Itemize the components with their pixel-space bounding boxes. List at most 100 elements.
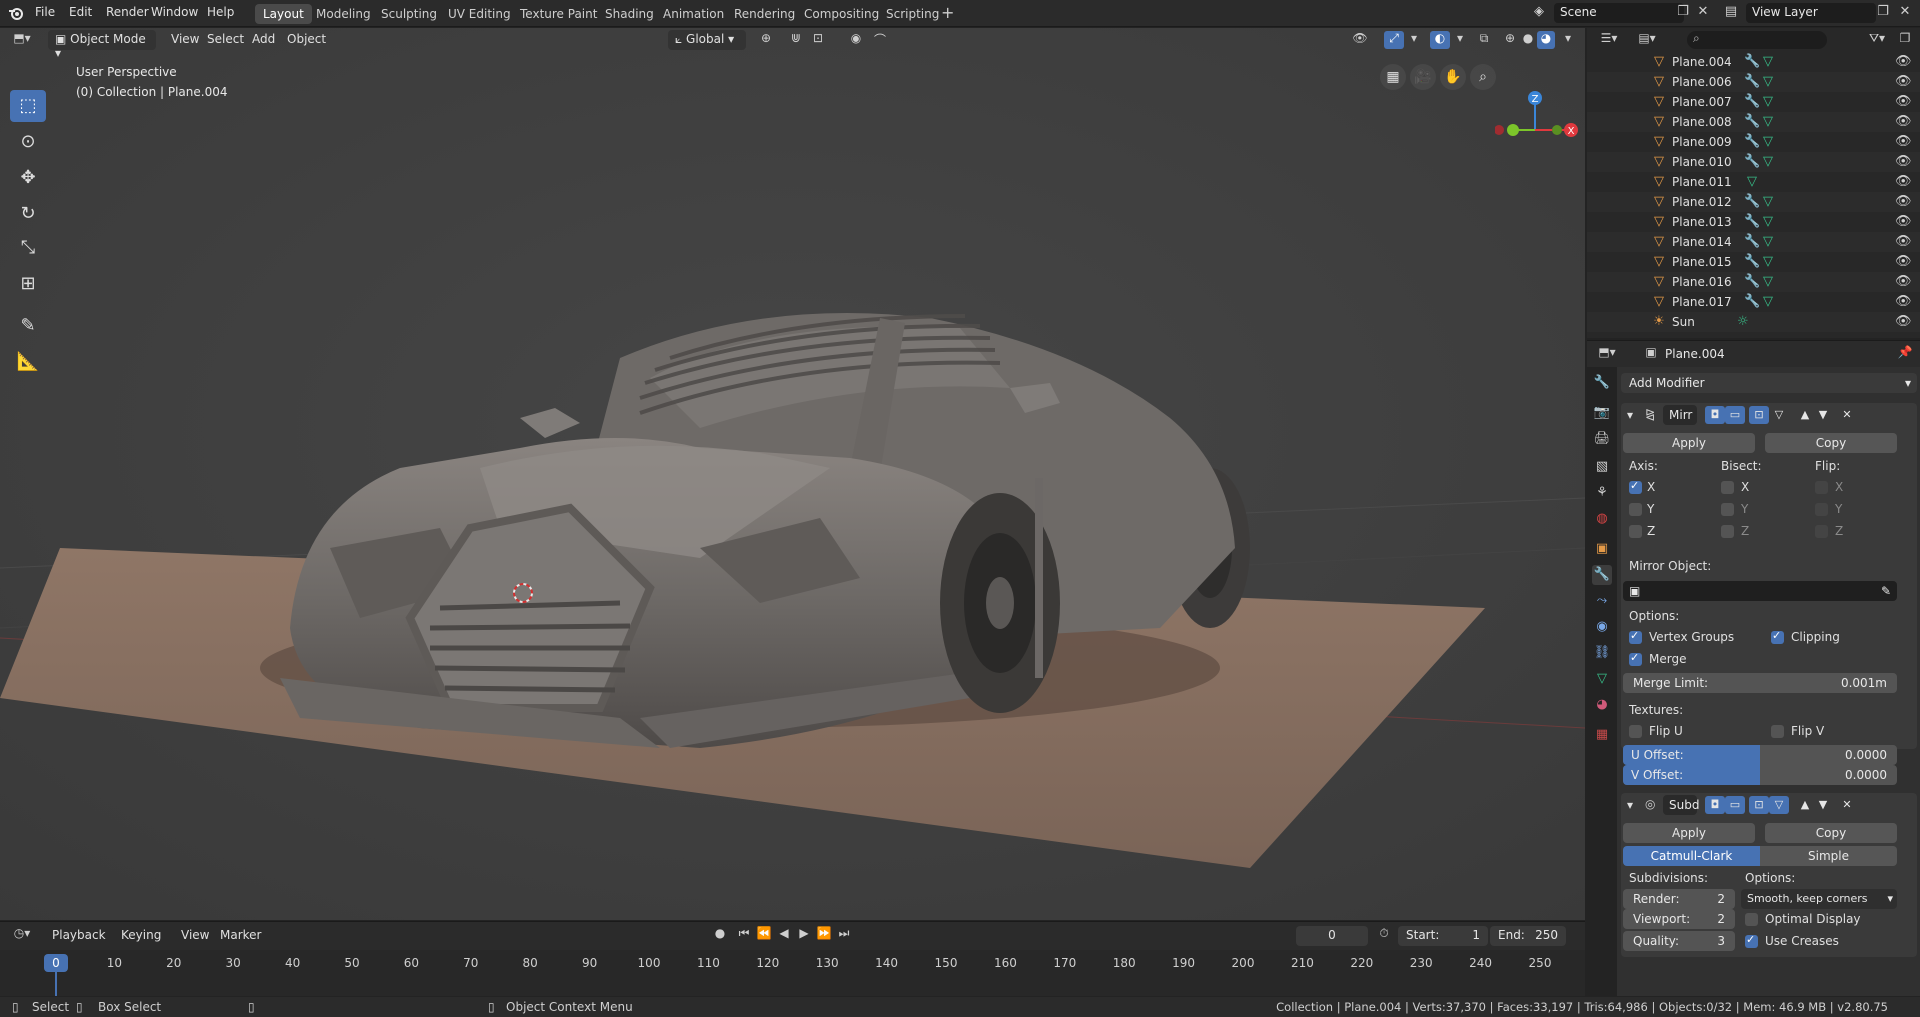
visibility-eye-icon[interactable]: 👁 (1895, 174, 1912, 189)
timeline-menu-playback[interactable]: Playback (52, 928, 106, 942)
scale-tool-icon[interactable]: ⤡ (10, 232, 46, 264)
merge-limit-field[interactable]: Merge Limit: 0.001m (1623, 673, 1897, 693)
outliner-row[interactable]: ▽ Plane.015 🔧 ▽ 👁 (1587, 252, 1920, 272)
subdivision-name-field[interactable]: Subd (1663, 795, 1699, 815)
tab-output-icon[interactable]: 🖨 (1592, 429, 1612, 449)
flip-v-checkbox[interactable] (1771, 725, 1784, 738)
vertex-groups-checkbox[interactable] (1629, 629, 1642, 644)
navigation-gizmo[interactable]: Z X (1495, 58, 1585, 148)
timeline-editor-icon[interactable]: ◷▾ (12, 926, 32, 944)
current-frame-field[interactable]: 0 (1296, 926, 1368, 946)
render-levels-field[interactable]: Render: 2 (1623, 889, 1735, 909)
shading-rendered-icon[interactable]: ◕ (1537, 31, 1555, 49)
timeline-ruler[interactable]: 10 20 30 40 50 60 70 80 90 100 110 120 130 140 150 160 1… (0, 950, 1585, 996)
add-workspace-button[interactable]: + (941, 3, 954, 22)
merge-checkbox[interactable] (1629, 651, 1642, 666)
outliner-item-name[interactable]: Plane.012 (1672, 195, 1732, 209)
tab-render-icon[interactable]: 📷 (1592, 403, 1612, 423)
flip-y-checkbox[interactable] (1815, 503, 1828, 516)
outliner-item-name[interactable]: Plane.010 (1672, 155, 1732, 169)
mesh-data-icon[interactable]: ▽ (1763, 214, 1773, 229)
menu-file[interactable]: File (35, 5, 55, 19)
transform-orientation-dropdown[interactable]: ⟀ Global ▾ (668, 30, 746, 50)
remove-scene-icon[interactable]: ✕ (1694, 4, 1712, 22)
visibility-eye-icon[interactable]: 👁 (1895, 254, 1912, 269)
view-layer-icon[interactable]: ▤ (1722, 4, 1740, 22)
modifier-wrench-icon[interactable]: 🔧 (1744, 254, 1760, 269)
mesh-data-icon[interactable]: ▽ (1763, 114, 1773, 129)
u-offset-slider[interactable]: U Offset: 0.0000 (1623, 745, 1897, 765)
mesh-data-icon[interactable]: ▽ (1763, 274, 1773, 289)
mesh-data-icon[interactable]: ▽ (1763, 294, 1773, 309)
cursor-tool-icon[interactable]: ⊙ (10, 126, 46, 158)
bisect-y-checkbox[interactable] (1721, 503, 1734, 516)
jump-end-icon[interactable]: ⏭ (834, 926, 854, 944)
mesh-data-icon[interactable]: ▽ (1763, 154, 1773, 169)
play-reverse-icon[interactable]: ◀ (774, 926, 794, 944)
annotate-tool-icon[interactable]: ✎ (10, 310, 46, 342)
subd-move-up-icon[interactable]: ▲ (1795, 796, 1815, 814)
subd-editmode-cage-icon[interactable]: ◘ (1705, 796, 1725, 814)
modifier-wrench-icon[interactable]: 🔧 (1744, 54, 1760, 69)
visibility-eye-icon[interactable]: 👁 (1895, 54, 1912, 69)
visibility-eye-icon[interactable]: 👁 (1895, 234, 1912, 249)
playhead-line[interactable] (55, 972, 57, 996)
outliner-row[interactable]: ▽ Plane.017 🔧 ▽ 👁 (1587, 292, 1920, 312)
overlays-dropdown-icon[interactable]: ▾ (1450, 31, 1470, 49)
quality-field[interactable]: Quality: 3 (1623, 931, 1735, 951)
scene-field[interactable]: Scene (1554, 3, 1684, 23)
visibility-eye-icon[interactable]: 👁 (1895, 214, 1912, 229)
outliner-item-name[interactable]: Plane.006 (1672, 75, 1732, 89)
tab-sculpting[interactable]: Sculpting (373, 4, 445, 24)
move-tool-icon[interactable]: ✥ (10, 162, 46, 194)
menu-help[interactable]: Help (207, 5, 234, 19)
outliner-row[interactable]: ▽ Plane.008 🔧 ▽ 👁 (1587, 112, 1920, 132)
outliner-item-name[interactable]: Plane.007 (1672, 95, 1732, 109)
mesh-data-icon[interactable]: ▽ (1763, 94, 1773, 109)
axis-x-checkbox[interactable] (1629, 479, 1642, 494)
object-mode-dropdown[interactable]: ▣ Object Mode ▾ (48, 30, 156, 60)
visibility-eye-icon[interactable]: 👁 (1895, 74, 1912, 89)
tab-compositing[interactable]: Compositing (796, 4, 887, 24)
pin-icon[interactable]: 📌 (1895, 345, 1915, 363)
optimal-display-checkbox[interactable] (1745, 913, 1758, 926)
catmull-clark-button[interactable]: Catmull-Clark (1623, 846, 1760, 866)
select-box-tool-icon[interactable]: ⬚ (10, 90, 46, 122)
tab-uv-editing[interactable]: UV Editing (440, 4, 519, 24)
outliner-item-name[interactable]: Plane.004 (1672, 55, 1732, 69)
mesh-data-icon[interactable]: ▽ (1763, 234, 1773, 249)
mesh-data-icon[interactable]: ▽ (1763, 254, 1773, 269)
axis-z-checkbox[interactable] (1629, 525, 1642, 538)
simple-button[interactable]: Simple (1760, 846, 1897, 866)
play-icon[interactable]: ▶ (794, 926, 814, 944)
pivot-point-icon[interactable]: ⊕ (756, 31, 776, 49)
tab-object-icon[interactable]: ▣ (1592, 539, 1612, 559)
collapse-mirror-icon[interactable]: ▾ (1627, 408, 1633, 422)
outliner-row[interactable]: ▽ Plane.012 🔧 ▽ 👁 (1587, 192, 1920, 212)
outliner-row[interactable]: ▽ Plane.016 🔧 ▽ 👁 (1587, 272, 1920, 292)
mirror-object-field[interactable]: ▣ ✎ (1623, 581, 1897, 601)
modifier-wrench-icon[interactable]: 🔧 (1744, 94, 1760, 109)
subd-show-viewport-icon[interactable]: ▭ (1725, 796, 1745, 814)
visibility-eye-icon[interactable]: 👁 (1895, 134, 1912, 149)
end-frame-field[interactable]: End: 250 (1490, 926, 1566, 946)
outliner-row[interactable]: ▽ Plane.006 🔧 ▽ 👁 (1587, 72, 1920, 92)
tab-rendering[interactable]: Rendering (726, 4, 803, 24)
mirror-show-render-icon[interactable]: ⊡ (1749, 406, 1769, 424)
falloff-icon[interactable]: ⌒ (870, 31, 890, 49)
outliner-row[interactable]: ▽ Plane.009 🔧 ▽ 👁 (1587, 132, 1920, 152)
flip-u-checkbox[interactable] (1629, 725, 1642, 738)
visibility-eye-icon[interactable]: 👁 (1895, 274, 1912, 289)
subdivision-copy-button[interactable]: Copy (1765, 823, 1897, 843)
modifier-wrench-icon[interactable]: 🔧 (1744, 214, 1760, 229)
modifier-wrench-icon[interactable]: 🔧 (1744, 274, 1760, 289)
subdivision-apply-button[interactable]: Apply (1623, 823, 1755, 843)
flip-x-checkbox[interactable] (1815, 481, 1828, 494)
outliner-item-name[interactable]: Plane.009 (1672, 135, 1732, 149)
remove-view-layer-icon[interactable]: ✕ (1896, 4, 1914, 22)
tab-material-icon[interactable]: ◕ (1592, 695, 1612, 715)
start-frame-field[interactable]: Start: 1 (1398, 926, 1488, 946)
menu-render[interactable]: Render (106, 5, 149, 19)
blender-logo-icon[interactable] (8, 5, 24, 21)
mirror-name-field[interactable]: Mirr (1663, 405, 1697, 425)
